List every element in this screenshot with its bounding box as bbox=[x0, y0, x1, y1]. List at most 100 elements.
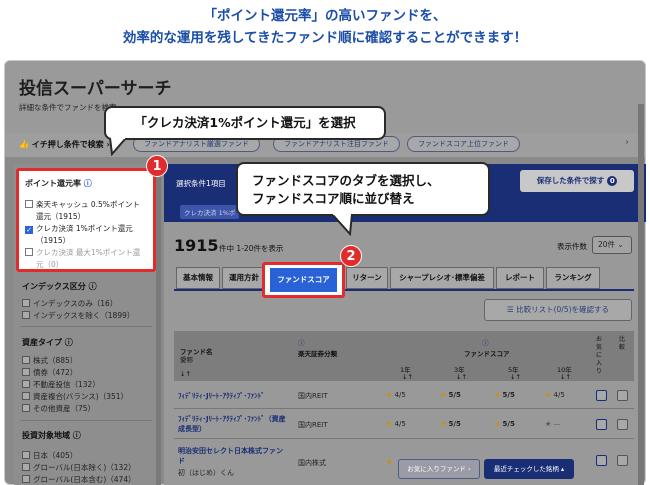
sort-icon[interactable]: ↓↑ bbox=[180, 370, 191, 378]
sort-icon[interactable]: ↓↑ bbox=[510, 373, 521, 381]
fund-name-link[interactable]: ﾌｨﾃﾞﾘﾃｨ･Jﾘｰﾄ･ｱｸﾃｨﾌﾞ･ﾌｧﾝﾄﾞ（資産 bbox=[178, 414, 286, 424]
col-class[interactable]: 楽天証券分類 bbox=[298, 348, 337, 358]
filter-asset-reit[interactable]: 不動産投信（132） bbox=[22, 379, 100, 390]
step-badge-2: 2 bbox=[340, 245, 362, 267]
callout-step2-pointer bbox=[330, 214, 354, 236]
star-icon: ★ bbox=[494, 420, 501, 428]
star-icon: ★ bbox=[494, 391, 501, 399]
filter-region-japan[interactable]: 日本（405） bbox=[22, 450, 77, 461]
filter-region-title: 投資対象地域 ⓘ bbox=[22, 431, 81, 440]
tab-return[interactable]: リターン bbox=[346, 267, 388, 289]
per-page-select[interactable]: 20件 ⌄ bbox=[592, 236, 632, 254]
checkbox[interactable] bbox=[22, 392, 30, 400]
point-credit-1pct[interactable]: ✓ クレカ決済 1%ポイント還元 bbox=[25, 223, 133, 234]
sort-icon[interactable]: ↓↑ bbox=[560, 373, 571, 381]
compare-checkbox[interactable] bbox=[617, 455, 628, 466]
band-condition-label: 選択条件1項目 bbox=[176, 179, 226, 188]
checkbox[interactable] bbox=[22, 463, 30, 471]
point-credit-max[interactable]: クレカ決済 最大1%ポイント還 bbox=[25, 247, 140, 258]
page-scrollbar[interactable] bbox=[638, 104, 644, 485]
filter-index-title: インデックス区分 ⓘ bbox=[22, 282, 97, 291]
point-filter-highlight: ポイント還元率 ⓘ 楽天キャッシュ 0.5%ポイント 還元（1915） ✓ クレカ… bbox=[16, 168, 156, 272]
tab-underline bbox=[174, 289, 634, 291]
tab-fund-score[interactable]: ファンドスコア bbox=[270, 268, 337, 292]
checkbox[interactable] bbox=[22, 311, 30, 319]
fund-name-link-cont[interactable]: 成長型） bbox=[178, 424, 206, 434]
tab-ranking[interactable]: ランキング bbox=[546, 267, 600, 289]
point-rakuten-cash[interactable]: 楽天キャッシュ 0.5%ポイント bbox=[25, 199, 140, 210]
tab-policy[interactable]: 運用方針 bbox=[222, 267, 266, 289]
fund-name-link[interactable]: ﾌｨﾃﾞﾘﾃｨ･Jﾘｰﾄ･ｱｸﾃｨﾌﾞ･ﾌｧﾝﾄﾞ bbox=[178, 391, 265, 401]
favorite-heart-icon[interactable] bbox=[596, 455, 607, 466]
filter-asset-stock[interactable]: 株式（885） bbox=[22, 355, 77, 366]
col-favorite: お気に入り bbox=[596, 336, 603, 375]
checkbox[interactable] bbox=[22, 368, 30, 376]
favorite-heart-icon[interactable] bbox=[596, 390, 607, 401]
compare-checkbox[interactable] bbox=[617, 419, 628, 430]
star-icon: ★ bbox=[545, 391, 552, 399]
favorite-funds-button[interactable]: お気に入りファンド › bbox=[398, 459, 480, 479]
filter-asset-other[interactable]: その他資産（75） bbox=[22, 403, 95, 414]
recent-checked-button[interactable]: 最近チェックした銘柄 ▴ bbox=[484, 459, 574, 479]
score-5y: ★ 5/5 bbox=[494, 420, 515, 428]
favorite-heart-icon[interactable] bbox=[596, 419, 607, 430]
checkbox-checked[interactable]: ✓ bbox=[25, 226, 33, 234]
sort-icon[interactable]: ↓↑ bbox=[456, 373, 467, 381]
headline-line1: 「ポイント還元率」の高いファンドを、 bbox=[203, 8, 447, 24]
compare-list-button[interactable]: ☰ 比較リスト(0/5)を確認する bbox=[484, 299, 632, 321]
star-icon: ★ bbox=[386, 458, 393, 466]
col-fund-name-sub: 愛称 bbox=[180, 356, 193, 364]
checkbox[interactable] bbox=[22, 380, 30, 388]
checkbox[interactable] bbox=[25, 200, 33, 208]
sidebar-scrollbar[interactable] bbox=[156, 164, 161, 485]
callout-step2: ファンドスコアのタブを選択し、 ファンドスコア順に並び替え bbox=[236, 162, 490, 216]
help-icon[interactable]: ⓘ bbox=[89, 282, 97, 291]
chip-score-top[interactable]: ファンドスコア上位ファンド bbox=[407, 136, 520, 152]
point-rakuten-cash-count: 還元（1915） bbox=[36, 212, 86, 221]
result-count-sub: 件中 1-20件を表示 bbox=[219, 244, 284, 253]
tab-basic[interactable]: 基本情報 bbox=[176, 267, 220, 289]
checkbox[interactable] bbox=[22, 404, 30, 412]
filter-index-exclude[interactable]: インデックスを除く（1899） bbox=[22, 310, 134, 321]
score-10y: ★ — bbox=[545, 420, 561, 428]
sort-icon[interactable]: ↓↑ bbox=[402, 373, 413, 381]
tab-sharpe[interactable]: シャープレシオ･標準偏差 bbox=[390, 267, 494, 289]
tab-report[interactable]: レポート bbox=[496, 267, 544, 289]
help-icon[interactable]: ⓘ bbox=[65, 338, 73, 347]
filter-index-only[interactable]: インデックスのみ（16） bbox=[22, 298, 117, 309]
app-subtitle: 詳細な条件でファンドを検索 bbox=[19, 103, 117, 112]
score-5y: ★ 5/5 bbox=[494, 391, 515, 399]
help-icon[interactable]: ⓘ bbox=[482, 337, 489, 347]
col-fund-score: ファンドスコア bbox=[464, 350, 510, 358]
score-3y: ★ 5/5 bbox=[440, 420, 461, 428]
fund-nickname: 初（はじめ）くん bbox=[178, 469, 234, 477]
fund-name-link[interactable]: 明治安田セレクト日本株式ファン bbox=[178, 446, 283, 456]
fund-class: 国内REIT bbox=[298, 392, 328, 400]
compare-checkbox[interactable] bbox=[617, 390, 628, 401]
headline-line2: 効率的な運用を残してきたファンド順に確認することができます！ bbox=[122, 30, 528, 46]
score-1y: ★ 4/5 bbox=[386, 420, 406, 428]
filter-region-global-ex[interactable]: グローバル(日本除く)（132） bbox=[22, 462, 136, 473]
step-badge-1: 1 bbox=[146, 155, 168, 177]
checkbox[interactable] bbox=[22, 475, 30, 483]
filter-asset-bond[interactable]: 債券（472） bbox=[22, 367, 77, 378]
filter-asset-balance[interactable]: 資産複合(バランス)（351） bbox=[22, 391, 128, 402]
fund-name-link-cont[interactable]: ド bbox=[178, 456, 185, 466]
help-icon[interactable]: ⓘ bbox=[84, 179, 92, 188]
saved-search-button[interactable]: 保存した条件で探す 0 bbox=[520, 170, 634, 192]
checkbox[interactable] bbox=[22, 451, 30, 459]
chevron-right-icon[interactable]: › bbox=[625, 137, 629, 148]
checkbox[interactable] bbox=[22, 299, 30, 307]
help-icon[interactable]: ⓘ bbox=[73, 431, 81, 440]
push-label: 👍 イチ押し条件で検索 › bbox=[19, 140, 110, 149]
checkbox[interactable] bbox=[25, 248, 33, 256]
checkbox[interactable] bbox=[22, 356, 30, 364]
condition-tag[interactable]: クレカ決済 1%ポ bbox=[180, 205, 240, 219]
filter-region-global-in[interactable]: グローバル(日本含む)（474） bbox=[22, 474, 136, 485]
fund-class: 国内株式 bbox=[298, 459, 326, 467]
fund-class: 国内REIT bbox=[298, 421, 328, 429]
divider bbox=[20, 326, 152, 327]
list-icon: ☰ bbox=[506, 305, 514, 314]
star-icon: ★ bbox=[386, 420, 393, 428]
help-icon[interactable]: ⓘ bbox=[298, 337, 305, 347]
